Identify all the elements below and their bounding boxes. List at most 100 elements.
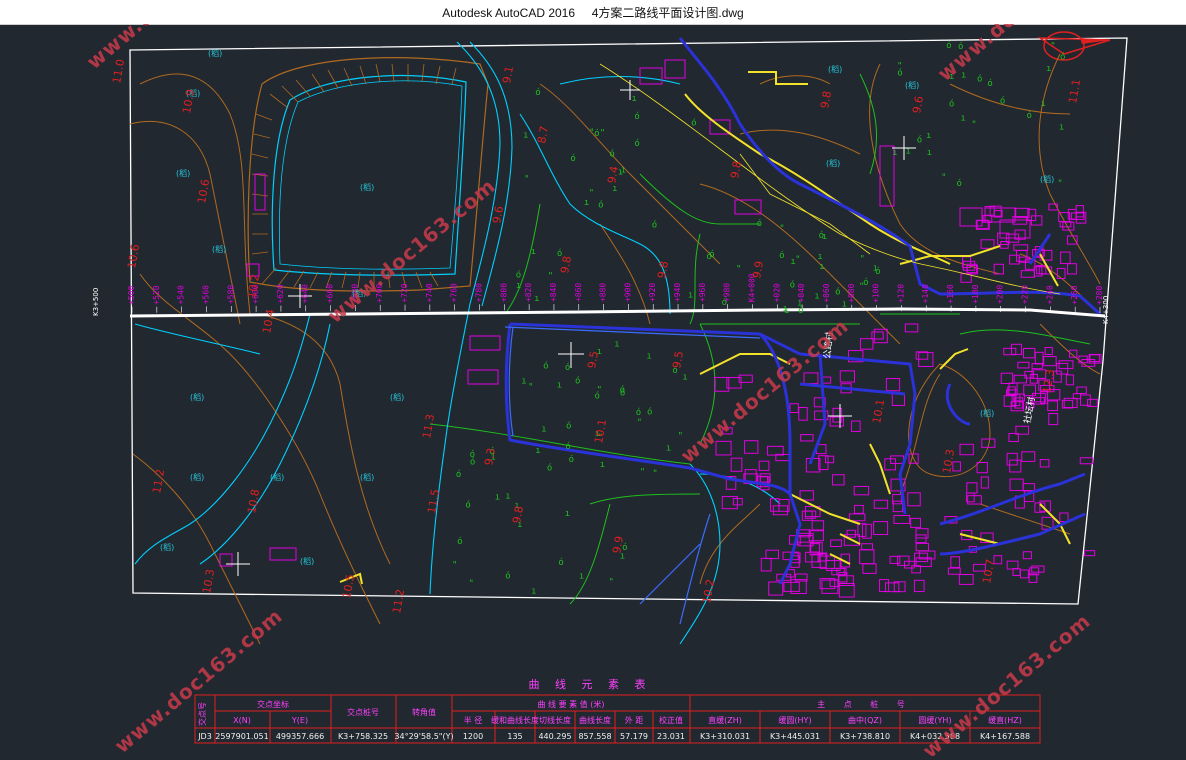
building-outline [1075,205,1084,218]
vegetation-glyph: " [971,120,976,130]
station-label: +180 [971,284,980,303]
building-outline [947,567,961,575]
vegetation-glyph: ó [620,388,625,399]
station-label: +140 [921,284,930,303]
building-outline [890,455,904,464]
vegetation-glyph: ı [790,257,795,267]
station-label: +520 [152,285,161,304]
building-outline [976,461,988,474]
header-correction: 校正值 [659,715,683,725]
vegetation-glyph: ó [835,286,840,297]
building-outline [799,490,814,501]
elevation-label: 9.6 [490,205,506,224]
vegetation-glyph: " [859,254,864,264]
building-outline [1009,459,1022,473]
vegetation-glyph: ó [706,251,711,262]
vegetation-glyph: ı [579,572,584,582]
header-angle: 转角值 [412,707,436,717]
vegetation-glyph: " [597,385,602,395]
station-label: +640 [301,284,310,303]
vegetation-glyph: ó [949,99,954,110]
vegetation-glyph: ó [798,305,803,316]
building-outline [1006,452,1018,466]
building-outline [1080,394,1091,406]
building-outline [798,407,808,421]
vegetation-glyph: ı [688,290,693,300]
station-labels: +500 +520 +540 +560 +580 +600 +620 +640 +660 +680… [127,273,1104,305]
building-outline [885,378,901,392]
building-outline [1039,459,1050,468]
vegetation-glyph: ı [926,131,931,141]
building-outline [959,443,974,456]
elevation-label: 10.4 [260,308,277,334]
building-outline [871,331,884,340]
header-y: Y(E) [291,716,308,725]
paddy-symbol: (稻) [212,244,226,254]
elevation-label: 10.7 [980,558,997,584]
vegetation-glyph: ı [557,380,562,390]
building-outline [879,579,890,592]
vegetation-glyph: ó [505,571,510,582]
elevation-label: 10.3 [200,568,217,594]
vegetation-glyph: ó [917,135,922,146]
elevation-label: 9.8 [655,260,671,279]
vegetation-glyph: ó [946,40,951,51]
vegetation-glyph: ı [960,113,965,123]
building-outline [819,555,835,569]
building-outline [904,323,919,333]
vegetation-glyph: ı [817,252,822,262]
header-tangent: 切线长度 [539,715,571,725]
station-label: +240 [1045,285,1054,304]
building-outline [1020,270,1036,278]
vegetation-glyph: " [640,467,645,477]
elevation-label: 10.1 [592,418,609,444]
building-outline [1013,244,1029,251]
vegetation-glyph: ı [612,184,617,194]
vegetation-glyph: " [779,224,784,234]
station-label: +900 [623,283,632,302]
building-outline [1059,512,1069,523]
elevation-label: 9.8 [818,90,834,109]
station-label: +120 [896,284,905,303]
village-buildings [713,323,936,598]
building-outline [1008,382,1018,395]
cell-qz: K3+738.810 [840,732,890,741]
vegetation-glyph: ó [609,149,614,160]
vegetation-glyph: ó [565,362,570,373]
elevation-label: 11.5 [425,488,442,514]
building-outline [1023,384,1037,397]
header-stake: 交点桩号 [347,707,379,717]
title-bar: Autodesk AutoCAD 2016 4方案二路线平面设计图.dwg [0,0,1186,25]
building-outline [1023,347,1036,359]
station-label: +580 [226,285,235,304]
building-outline [846,529,856,538]
building-outline [1047,400,1058,412]
station-label: +880 [599,283,608,302]
building-outline [810,543,820,553]
chainage-end-label: K4+300 [1102,296,1110,324]
building-outline [1079,457,1094,465]
building-outline [783,581,800,592]
station-label: +780 [474,283,483,302]
vegetation-glyph: ı [631,94,636,104]
building-outline [1060,251,1071,265]
building-outline [873,328,888,344]
elevation-label: 10.2 [700,578,717,604]
vegetation-glyph: " [1057,179,1062,189]
building-outline [1048,413,1059,426]
station-label: +200 [996,285,1005,304]
cell-zh: K3+310.031 [700,732,750,741]
vegetation-glyph: ó [569,454,574,465]
vegetation-glyph: ó [897,68,902,79]
building-outline [1043,356,1057,367]
elevation-label: 9.5 [670,350,686,369]
cell-x: 2597901.051 [215,732,268,741]
vegetation-glyph: ó [790,279,795,290]
cell-hy: K3+445.031 [770,732,820,741]
building-outline [730,457,743,472]
cad-viewport[interactable]: +500 +520 +540 +560 +580 +600 +620 +640 +660 +680… [0,0,1186,760]
building-outline [892,494,902,505]
building-outline [889,555,901,564]
drawing-canvas[interactable]: +500 +520 +540 +560 +580 +600 +620 +640 +660 +680… [0,0,1186,760]
vegetation-glyph: " [469,579,474,589]
